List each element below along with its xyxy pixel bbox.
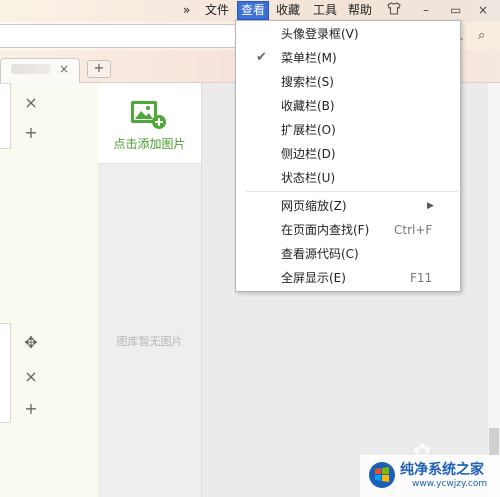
menu-favorites[interactable]: 收藏 — [273, 2, 303, 19]
image-library-panel: 点击添加图片 图库暂无图片 — [98, 83, 202, 497]
add-icon[interactable]: + — [22, 399, 40, 418]
menu-item-label: 全屏显示(E) — [281, 271, 346, 285]
menu-item-label: 侧边栏(D) — [281, 147, 336, 161]
menu-overflow-chevron[interactable]: » — [180, 2, 193, 19]
submenu-arrow-icon: ▶ — [427, 201, 434, 211]
restore-button[interactable]: ▭ — [450, 2, 461, 19]
windows-logo-icon — [369, 462, 395, 488]
menu-item[interactable]: 搜索栏(S) — [236, 71, 460, 93]
menu-item[interactable]: 网页缩放(Z) ▶ — [236, 195, 460, 217]
menu-item[interactable]: 在页面内查找(F) Ctrl+F — [236, 219, 460, 241]
watermark: 纯净系统之家 www.ycwjzy.com — [360, 455, 500, 497]
close-window-button[interactable]: × — [478, 2, 488, 19]
menu-item[interactable]: 侧边栏(D) — [236, 143, 460, 165]
menu-item[interactable]: 全屏显示(E) F11 — [236, 267, 460, 289]
menu-tools[interactable]: 工具 — [310, 2, 340, 19]
empty-library-text: 图库暂无图片 — [116, 335, 183, 348]
close-icon[interactable]: × — [22, 93, 40, 112]
new-tab-button[interactable]: + — [87, 60, 111, 78]
add-image-icon — [131, 101, 166, 129]
minimize-button[interactable]: – — [423, 2, 429, 19]
scrollbar-thumb[interactable] — [489, 428, 499, 456]
menu-item-label: 扩展栏(O) — [281, 123, 336, 137]
menu-item[interactable]: 扩展栏(O) — [236, 119, 460, 141]
menu-bar: » 文件 查看 收藏 工具 帮助 – ▭ × — [0, 0, 500, 22]
left-panel: × + ✥ × + — [0, 83, 99, 497]
panel-slot-top — [0, 83, 11, 149]
move-icon[interactable]: ✥ — [22, 333, 40, 352]
menu-item-label: 搜索栏(S) — [281, 75, 334, 89]
menu-item-label: 菜单栏(M) — [281, 51, 337, 65]
menu-item[interactable]: ✔ 菜单栏(M) — [236, 47, 460, 69]
add-image-label: 点击添加图片 — [113, 137, 186, 151]
menu-help[interactable]: 帮助 — [345, 2, 375, 19]
tab-close-icon[interactable]: × — [59, 62, 69, 76]
search-icon[interactable]: ⌕ — [478, 28, 485, 43]
menu-item-label: 收藏栏(B) — [281, 99, 335, 113]
view-menu-dropdown: 头像登录框(V) ✔ 菜单栏(M) 搜索栏(S) 收藏栏(B) 扩展栏(O) 侧边栏(D) 状… — [235, 20, 461, 292]
menu-item[interactable]: 头像登录框(V) — [236, 23, 460, 45]
browser-tab[interactable]: × — [0, 58, 80, 83]
watermark-title: 纯净系统之家 — [400, 462, 484, 478]
menu-item[interactable]: 状态栏(U) — [236, 167, 460, 189]
menu-file[interactable]: 文件 — [202, 2, 232, 19]
checkmark-icon: ✔ — [256, 50, 267, 65]
panel-slot-bottom — [0, 323, 11, 423]
address-input[interactable] — [0, 24, 238, 48]
menu-item-label: 状态栏(U) — [281, 171, 336, 185]
menu-separator — [246, 191, 458, 192]
menu-item-shortcut: F11 — [410, 271, 433, 285]
close-icon[interactable]: × — [22, 367, 40, 386]
menu-item-label: 查看源代码(C) — [281, 247, 359, 261]
menu-item[interactable]: 收藏栏(B) — [236, 95, 460, 117]
watermark-url: www.ycwjzy.com — [412, 479, 488, 489]
menu-item-shortcut: Ctrl+F — [394, 223, 433, 237]
shirt-icon[interactable] — [387, 2, 401, 19]
add-image-button[interactable]: 点击添加图片 — [98, 83, 201, 164]
add-icon[interactable]: + — [22, 123, 40, 142]
menu-item-label: 在页面内查找(F) — [281, 223, 370, 237]
menu-item[interactable]: 查看源代码(C) — [236, 243, 460, 265]
tab-title-blurred — [11, 64, 51, 74]
menu-view[interactable]: 查看 — [237, 1, 270, 20]
menu-item-label: 网页缩放(Z) — [281, 199, 347, 213]
menu-item-label: 头像登录框(V) — [281, 27, 359, 41]
